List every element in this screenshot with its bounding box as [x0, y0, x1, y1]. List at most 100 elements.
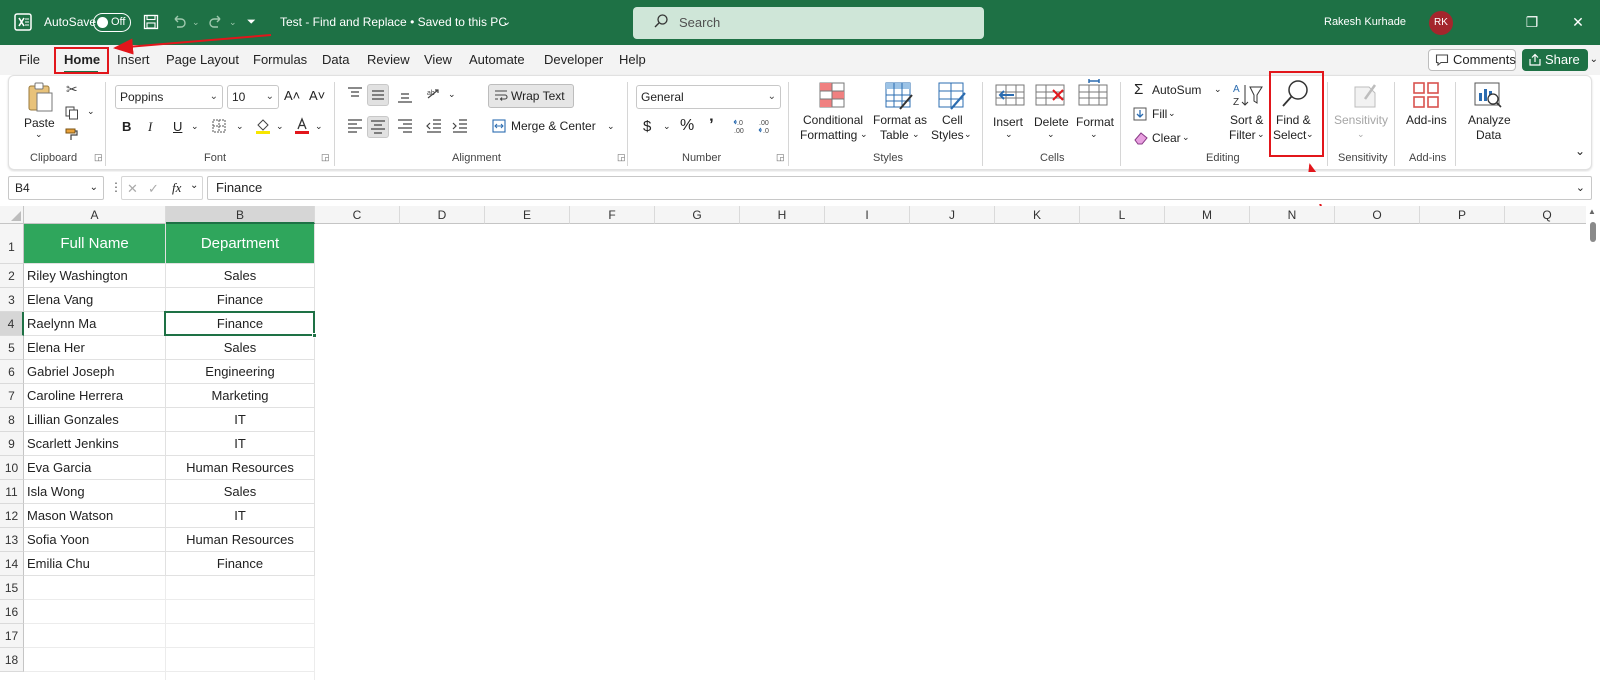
cell-full-name[interactable]: Mason Watson [24, 504, 166, 528]
cell-full-name[interactable]: Elena Vang [24, 288, 166, 312]
row-header-4[interactable]: 4 [0, 312, 24, 336]
fill-color-chevron-icon[interactable]: ⌄ [276, 121, 284, 132]
paste-icon[interactable] [25, 81, 55, 113]
title-chevron-down-icon[interactable]: ⌄ [502, 0, 511, 45]
formula-input[interactable]: Finance ⌄ [207, 176, 1592, 200]
tab-view[interactable]: View [424, 45, 452, 75]
cell-full-name[interactable]: Sofia Yoon [24, 528, 166, 552]
cell-department[interactable]: Sales [166, 480, 315, 504]
row-header-8[interactable]: 8 [0, 408, 24, 432]
font-color-icon[interactable] [294, 117, 310, 135]
cell-full-name[interactable]: Raelynn Ma [24, 312, 166, 336]
tab-page-layout[interactable]: Page Layout [166, 45, 239, 75]
format-as-table-label-2[interactable]: Table [880, 128, 909, 142]
copy-chevron-icon[interactable]: ⌄ [87, 106, 95, 117]
close-window-icon[interactable]: ✕ [1555, 0, 1600, 45]
row-header-11[interactable]: 11 [0, 480, 24, 504]
analyze-data-label-2[interactable]: Data [1476, 128, 1501, 142]
align-bottom-icon[interactable] [397, 89, 413, 103]
font-size-dropdown[interactable]: 10 ⌄ [227, 85, 279, 109]
column-header-f[interactable]: F [570, 206, 655, 224]
column-header-a[interactable]: A [24, 206, 166, 224]
redo-icon[interactable] [209, 15, 223, 29]
align-left-icon[interactable] [347, 119, 363, 133]
cell-department[interactable]: IT [166, 432, 315, 456]
column-header-e[interactable]: E [485, 206, 570, 224]
sort-filter-label-2[interactable]: Filter [1229, 128, 1256, 142]
active-cell-outline[interactable] [164, 311, 317, 338]
column-header-m[interactable]: M [1165, 206, 1250, 224]
confirm-entry-icon[interactable]: ✓ [148, 181, 159, 197]
borders-chevron-icon[interactable]: ⌄ [236, 121, 244, 132]
cell-department[interactable]: Sales [166, 336, 315, 360]
user-name[interactable]: Rakesh Kurhade [1324, 0, 1406, 45]
format-cells-label[interactable]: Format [1076, 115, 1114, 129]
merge-chevron-icon[interactable]: ⌄ [607, 121, 615, 132]
cancel-entry-icon[interactable]: ✕ [127, 181, 138, 197]
tab-insert[interactable]: Insert [117, 45, 150, 75]
delete-cells-chevron-icon[interactable]: ⌄ [1047, 129, 1055, 140]
underline-chevron-icon[interactable]: ⌄ [191, 121, 199, 132]
cell-full-name[interactable]: Caroline Herrera [24, 384, 166, 408]
column-header-p[interactable]: P [1420, 206, 1505, 224]
undo-dropdown-icon[interactable]: ⌄ [192, 0, 200, 45]
row-header-17[interactable]: 17 [0, 624, 24, 648]
tab-file[interactable]: File [19, 45, 40, 75]
column-header-b[interactable]: B [166, 206, 315, 224]
number-format-dropdown[interactable]: General ⌄ [636, 85, 781, 109]
column-header-n[interactable]: N [1250, 206, 1335, 224]
row-header-5[interactable]: 5 [0, 336, 24, 360]
cell-full-name[interactable]: Elena Her [24, 336, 166, 360]
scroll-up-icon[interactable]: ▲ [1588, 207, 1596, 216]
row-header-6[interactable]: 6 [0, 360, 24, 384]
cell-department[interactable]: Human Resources [166, 528, 315, 552]
cell-full-name[interactable]: Riley Washington [24, 264, 166, 288]
avatar[interactable]: RK [1429, 11, 1453, 35]
share-chevron-icon[interactable]: ⌄ [1590, 49, 1598, 71]
customize-qat-icon[interactable]: ⏷ [247, 0, 256, 45]
row-header-13[interactable]: 13 [0, 528, 24, 552]
cell-full-name[interactable]: Gabriel Joseph [24, 360, 166, 384]
cell-department[interactable]: IT [166, 504, 315, 528]
format-as-table-label-1[interactable]: Format as [873, 113, 927, 127]
format-cells-icon[interactable] [1077, 79, 1109, 109]
format-painter-icon[interactable] [65, 128, 79, 142]
analyze-data-label-1[interactable]: Analyze [1468, 113, 1511, 127]
cell-full-name[interactable]: Lillian Gonzales [24, 408, 166, 432]
number-launcher-icon[interactable]: ◲ [776, 152, 785, 163]
font-color-chevron-icon[interactable]: ⌄ [315, 121, 323, 132]
column-header-c[interactable]: C [315, 206, 400, 224]
fill-label[interactable]: Fill [1152, 107, 1167, 121]
currency-chevron-icon[interactable]: ⌄ [663, 121, 671, 132]
cell-full-name[interactable]: Emilia Chu [24, 552, 166, 576]
fill-chevron-icon[interactable]: ⌄ [1168, 108, 1176, 119]
percent-icon[interactable]: % [680, 117, 694, 135]
cell-department[interactable]: Finance [166, 288, 315, 312]
conditional-formatting-label-1[interactable]: Conditional [803, 113, 863, 127]
align-top-icon[interactable] [347, 87, 363, 101]
wrap-text-button[interactable]: Wrap Text [488, 84, 574, 108]
row-header-10[interactable]: 10 [0, 456, 24, 480]
fx-chevron-icon[interactable]: ⌄ [190, 180, 198, 191]
tab-help[interactable]: Help [619, 45, 646, 75]
cell-department[interactable]: Engineering [166, 360, 315, 384]
analyze-data-icon[interactable] [1473, 81, 1503, 111]
decrease-font-icon[interactable]: A˅ [309, 88, 325, 103]
sort-filter-chevron-icon[interactable]: ⌄ [1257, 129, 1265, 140]
header-full-name[interactable]: Full Name [24, 224, 166, 264]
paste-label[interactable]: Paste [24, 116, 55, 130]
insert-cells-chevron-icon[interactable]: ⌄ [1005, 129, 1013, 140]
sort-filter-icon[interactable]: A Z [1232, 81, 1264, 109]
column-header-o[interactable]: O [1335, 206, 1420, 224]
comma-style-icon[interactable]: ’ [709, 115, 714, 135]
restore-window-icon[interactable]: ❐ [1509, 0, 1555, 45]
insert-cells-icon[interactable] [994, 81, 1026, 109]
tab-review[interactable]: Review [367, 45, 410, 75]
row-header-3[interactable]: 3 [0, 288, 24, 312]
sensitivity-chevron-icon[interactable]: ⌄ [1357, 129, 1365, 140]
insert-cells-label[interactable]: Insert [993, 115, 1023, 129]
decrease-decimal-icon[interactable]: .00.0 [758, 117, 776, 135]
format-as-table-chevron-icon[interactable]: ⌄ [912, 129, 920, 140]
font-launcher-icon[interactable]: ◲ [321, 152, 330, 163]
increase-indent-icon[interactable] [452, 119, 468, 133]
